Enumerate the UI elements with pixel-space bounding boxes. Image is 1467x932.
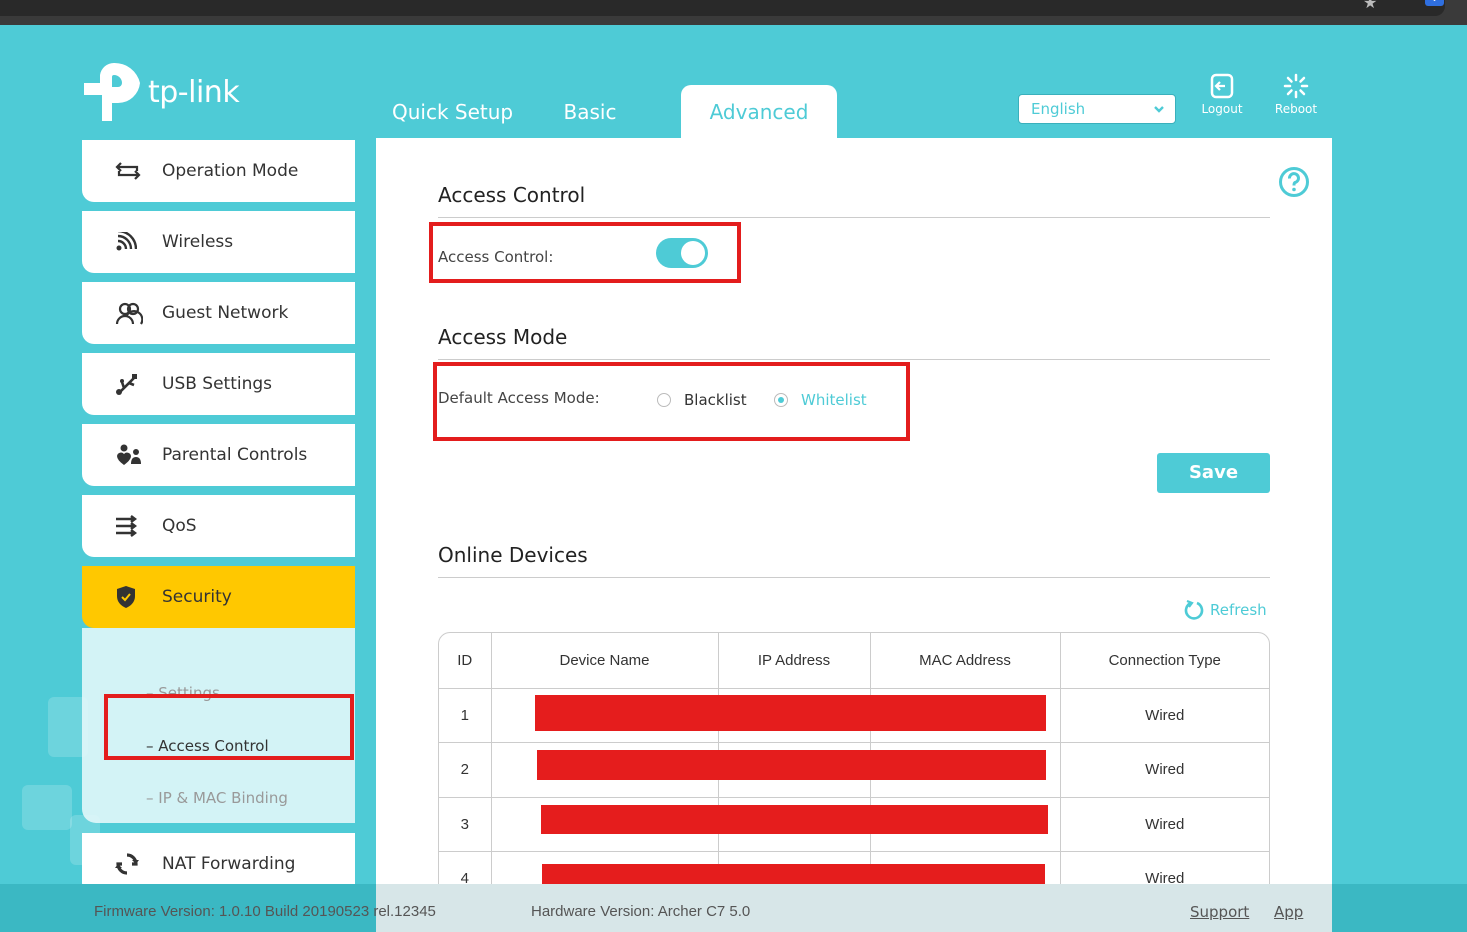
submenu-item-settings[interactable]: – Settings <box>146 684 220 702</box>
column-header-ip-address[interactable]: IP Address <box>718 633 871 689</box>
usb-icon <box>115 372 155 396</box>
tab-quick-setup[interactable]: Quick Setup <box>376 85 532 138</box>
save-button[interactable]: Save <box>1157 453 1270 493</box>
radio-circle <box>774 393 788 407</box>
radio-label: Blacklist <box>684 391 747 409</box>
access-control-title: Access Control <box>438 183 586 207</box>
parental-controls-icon <box>115 444 155 466</box>
shield-extension-icon[interactable]: ⌄ <box>1425 0 1444 6</box>
guest-network-icon <box>115 301 155 325</box>
access-mode-title: Access Mode <box>438 325 568 349</box>
nat-forwarding-icon <box>115 852 155 876</box>
reboot-label: Reboot <box>1274 102 1318 116</box>
main-nav-tabs: Quick Setup Basic Advanced <box>376 85 837 138</box>
sidebar-item-security[interactable]: Security <box>82 566 355 628</box>
toggle-knob <box>681 241 705 265</box>
cell-id: 1 <box>439 688 492 743</box>
browser-toolbar: ★ ⌄ <box>0 0 1467 25</box>
column-header-mac-address[interactable]: MAC Address <box>870 633 1061 689</box>
cell-connection-type: Wired <box>1060 688 1269 743</box>
support-link[interactable]: Support <box>1190 903 1249 921</box>
radio-blacklist[interactable]: Blacklist <box>657 391 747 409</box>
help-icon[interactable] <box>1278 166 1310 202</box>
qos-icon <box>115 515 155 537</box>
tab-advanced[interactable]: Advanced <box>681 85 837 138</box>
radio-circle <box>657 393 671 407</box>
sidebar-item-wireless[interactable]: Wireless <box>82 211 355 273</box>
sidebar-item-label: Security <box>162 587 232 607</box>
submenu-item-access-control[interactable]: – Access Control <box>146 737 269 755</box>
tab-basic[interactable]: Basic <box>512 85 668 138</box>
sidebar-item-usb-settings[interactable]: USB Settings <box>82 353 355 415</box>
redaction-bar <box>541 805 1048 834</box>
cell-id: 2 <box>439 742 492 798</box>
access-control-toggle[interactable] <box>656 238 708 268</box>
operation-mode-icon <box>115 160 155 182</box>
reboot-icon <box>1283 73 1309 99</box>
tp-link-logo-icon <box>84 62 140 121</box>
tp-link-logo[interactable]: tp-link <box>82 61 240 123</box>
divider <box>438 217 1270 218</box>
sidebar: Operation Mode Wireless Guest Network US… <box>82 140 355 904</box>
sidebar-item-qos[interactable]: QoS <box>82 495 355 557</box>
sidebar-item-parental-controls[interactable]: Parental Controls <box>82 424 355 486</box>
logout-icon <box>1210 73 1234 99</box>
app-link[interactable]: App <box>1274 903 1303 921</box>
submenu-item-label: Settings <box>158 684 220 702</box>
footer-center-band <box>376 884 1332 932</box>
column-header-device-name[interactable]: Device Name <box>491 633 719 689</box>
submenu-item-ip-mac-binding[interactable]: – IP & MAC Binding <box>146 789 288 807</box>
address-bar[interactable] <box>0 0 1445 16</box>
radio-whitelist[interactable]: Whitelist <box>774 391 867 409</box>
table-header-row: ID Device Name IP Address MAC Address Co… <box>439 633 1269 689</box>
sidebar-item-guest-network[interactable]: Guest Network <box>82 282 355 344</box>
submenu-item-label: IP & MAC Binding <box>158 789 288 807</box>
column-header-connection-type[interactable]: Connection Type <box>1060 633 1269 689</box>
router-admin-app: tp-link Quick Setup Basic Advanced Engli… <box>0 25 1467 932</box>
refresh-label: Refresh <box>1210 601 1267 619</box>
logout-label: Logout <box>1201 102 1243 116</box>
footer: Firmware Version: 1.0.10 Build 20190523 … <box>0 884 1467 932</box>
redaction-bar <box>535 695 1046 731</box>
cell-id: 3 <box>439 797 492 852</box>
sidebar-item-label: Wireless <box>162 232 234 252</box>
shield-icon <box>115 585 155 609</box>
divider <box>438 577 1270 578</box>
language-select-value: English <box>1031 100 1086 118</box>
logout-button[interactable]: Logout <box>1192 73 1252 116</box>
sidebar-item-label: Parental Controls <box>162 445 308 465</box>
star-icon[interactable]: ★ <box>1363 0 1377 12</box>
access-control-label: Access Control: <box>438 248 554 266</box>
cell-connection-type: Wired <box>1060 797 1269 852</box>
online-devices-title: Online Devices <box>438 543 588 567</box>
hardware-version: Hardware Version: Archer C7 5.0 <box>531 903 751 920</box>
security-submenu: – Settings – Access Control – IP & MAC B… <box>82 628 355 823</box>
logo-text: tp-link <box>148 74 240 110</box>
refresh-icon <box>1184 600 1204 620</box>
sidebar-item-label: Operation Mode <box>162 161 299 181</box>
default-access-mode-label: Default Access Mode: <box>438 389 600 407</box>
chevron-down-icon <box>1153 95 1165 133</box>
sidebar-item-operation-mode[interactable]: Operation Mode <box>82 140 355 202</box>
sidebar-item-label: Guest Network <box>162 303 289 323</box>
refresh-button[interactable]: Refresh <box>1184 600 1267 620</box>
sidebar-item-label: USB Settings <box>162 374 273 394</box>
sidebar-item-label: NAT Forwarding <box>162 854 296 874</box>
reboot-button[interactable]: Reboot <box>1266 73 1326 116</box>
radio-label: Whitelist <box>801 391 867 409</box>
submenu-item-label: Access Control <box>158 737 269 755</box>
column-header-id[interactable]: ID <box>439 633 492 689</box>
language-select[interactable]: English <box>1018 94 1176 124</box>
main-panel: Access Control Access Control: Access Mo… <box>376 138 1332 918</box>
wireless-icon <box>115 232 155 252</box>
redaction-bar <box>537 750 1046 780</box>
sidebar-item-label: QoS <box>162 516 197 536</box>
cell-connection-type: Wired <box>1060 742 1269 798</box>
decorative-block <box>22 785 72 830</box>
divider <box>438 359 1270 360</box>
firmware-version: Firmware Version: 1.0.10 Build 20190523 … <box>94 903 436 920</box>
